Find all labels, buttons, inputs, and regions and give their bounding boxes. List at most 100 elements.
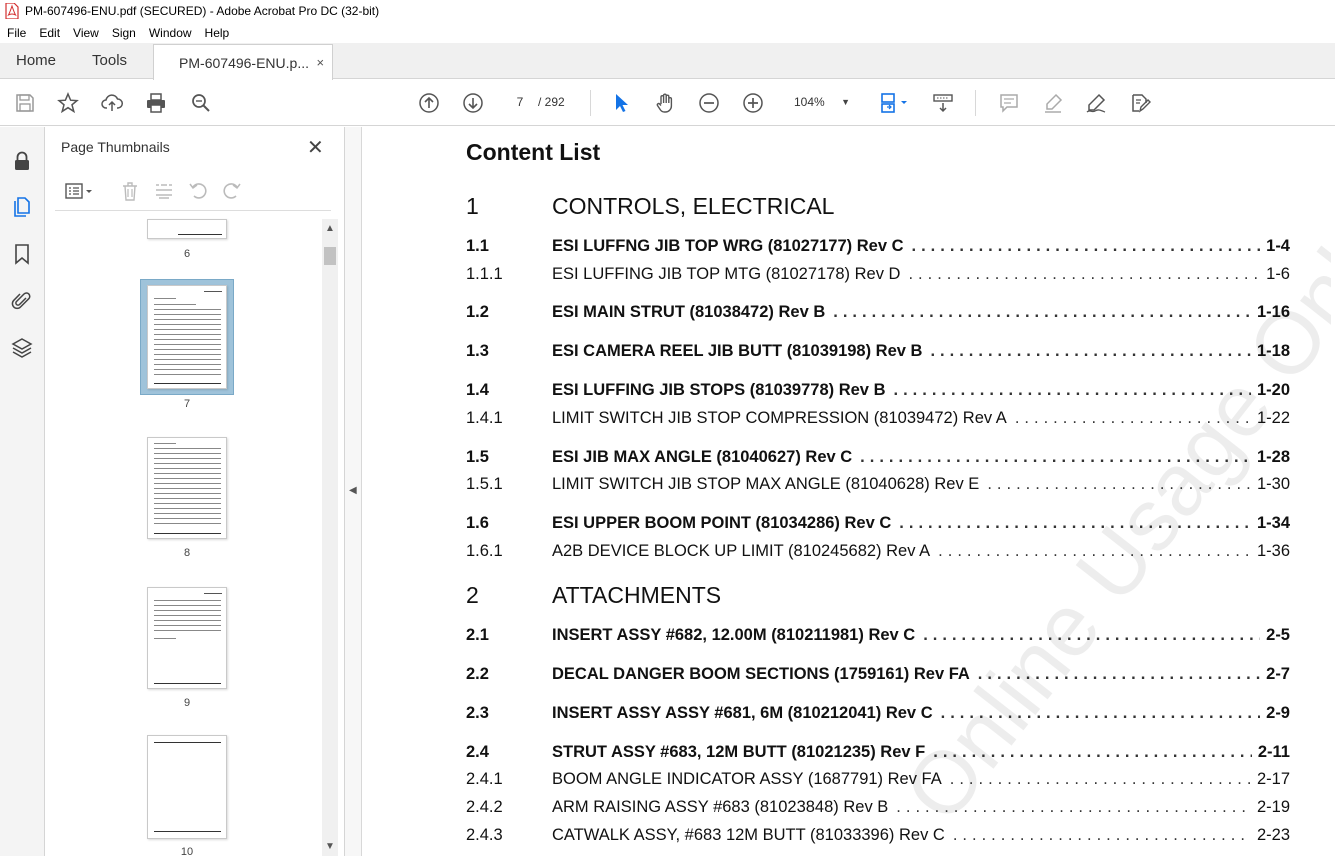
- zoom-in-icon[interactable]: [740, 90, 766, 116]
- toc-entry[interactable]: 1.5.1 LIMIT SWITCH JIB STOP MAX ANGLE (8…: [466, 475, 1290, 497]
- toc-entry[interactable]: 1.4 ESI LUFFING JIB STOPS (81039778) Rev…: [466, 381, 1290, 403]
- document-view[interactable]: Online Usage Only Content List 1 CONTROL…: [362, 127, 1335, 856]
- collapse-panel-icon[interactable]: ◀: [349, 485, 357, 496]
- pages-icon[interactable]: [10, 195, 34, 219]
- toc-entry[interactable]: 1.1 ESI LUFFNG JIB TOP WRG (81027177) Re…: [466, 237, 1290, 259]
- page-thumbnail[interactable]: [147, 437, 227, 539]
- toc-entry-title: DECAL DANGER BOOM SECTIONS (1759161) Rev…: [552, 665, 970, 683]
- toc-entry[interactable]: 2.2 DECAL DANGER BOOM SECTIONS (1759161)…: [466, 665, 1290, 687]
- menu-help[interactable]: Help: [198, 26, 236, 40]
- tab-document[interactable]: PM-607496-ENU.p... ×: [153, 44, 334, 80]
- chevron-down-icon: ▼: [841, 97, 850, 107]
- toc-entry[interactable]: 2.1 INSERT ASSY #682, 12.00M (810211981)…: [466, 626, 1290, 648]
- thumbnail-page-number: 7: [183, 398, 191, 410]
- thumbnail-scrollbar[interactable]: ▲ ▼: [322, 219, 338, 856]
- page-thumbnail[interactable]: [147, 587, 227, 689]
- tab-bar: Home Tools PM-607496-ENU.p... ×: [0, 43, 1335, 80]
- toc-entry-number: 2.4.1: [466, 770, 503, 788]
- attachment-icon[interactable]: [10, 289, 34, 313]
- toc-entry-page: 1-34: [1256, 514, 1290, 532]
- toc-leader: ........................................…: [923, 626, 1260, 644]
- panel-splitter[interactable]: ◀: [345, 127, 362, 856]
- toc-entry[interactable]: 1.3 ESI CAMERA REEL JIB BUTT (81039198) …: [466, 342, 1290, 364]
- toc-entry[interactable]: 1.6 ESI UPPER BOOM POINT (81034286) Rev …: [466, 514, 1290, 536]
- star-icon[interactable]: [55, 90, 81, 116]
- toc-leader: ........................................…: [930, 342, 1251, 360]
- prev-page-icon[interactable]: [416, 90, 442, 116]
- page-thumbnails-panel: Page Thumbnails ✕ 6 7 8 9 10 ▲ ▼: [45, 127, 345, 858]
- zoom-out-icon[interactable]: [696, 90, 722, 116]
- rotate-right-icon[interactable]: [220, 179, 244, 203]
- toc-entry[interactable]: 2.4 STRUT ASSY #683, 12M BUTT (81021235)…: [466, 743, 1290, 765]
- extract-page-icon[interactable]: [152, 179, 176, 203]
- tab-home[interactable]: Home: [0, 43, 72, 78]
- share-icon[interactable]: [1127, 90, 1153, 116]
- page-number-input[interactable]: 7: [506, 91, 534, 113]
- toc-entry-page: 2-5: [1266, 626, 1290, 644]
- find-zoom-icon[interactable]: [188, 90, 214, 116]
- save-icon[interactable]: [12, 90, 38, 116]
- toc-leader: ........................................…: [977, 665, 1260, 683]
- rotate-left-icon[interactable]: [186, 179, 210, 203]
- page-thumbnail-selected[interactable]: [147, 285, 227, 389]
- select-cursor-icon[interactable]: [608, 90, 634, 116]
- scroll-mode-icon[interactable]: [930, 90, 956, 116]
- toc-leader: ........................................…: [908, 265, 1260, 283]
- menu-view[interactable]: View: [66, 26, 105, 40]
- sign-icon[interactable]: [1083, 90, 1109, 116]
- fit-page-icon[interactable]: [876, 90, 912, 116]
- scroll-down-icon[interactable]: ▼: [325, 841, 335, 852]
- scrollbar-thumb[interactable]: [324, 247, 336, 265]
- page-thumbnail[interactable]: [147, 735, 227, 839]
- scroll-up-icon[interactable]: ▲: [325, 223, 335, 234]
- toc-entry-page: 2-23: [1256, 826, 1290, 844]
- toc-entry[interactable]: 2.3 INSERT ASSY ASSY #681, 6M (810212041…: [466, 704, 1290, 726]
- toc-entry[interactable]: 2.4.1 BOOM ANGLE INDICATOR ASSY (1687791…: [466, 770, 1290, 792]
- tab-tools[interactable]: Tools: [72, 43, 143, 78]
- toc-entry[interactable]: 1.6.1 A2B DEVICE BLOCK UP LIMIT (8102456…: [466, 542, 1290, 564]
- toc-entry[interactable]: 2.4.2 ARM RAISING ASSY #683 (81023848) R…: [466, 798, 1290, 820]
- highlight-icon[interactable]: [1040, 90, 1066, 116]
- toc-entry-number: 1.5: [466, 448, 489, 466]
- toc-entry[interactable]: 1.4.1 LIMIT SWITCH JIB STOP COMPRESSION …: [466, 409, 1290, 431]
- zoom-select[interactable]: 104% ▼: [784, 91, 856, 113]
- toc-entry[interactable]: 1.1.1 ESI LUFFING JIB TOP MTG (81027178)…: [466, 265, 1290, 287]
- toc-leader: ........................................…: [833, 303, 1251, 321]
- toc-leader: ........................................…: [860, 448, 1251, 466]
- toc-entry-title: ESI LUFFNG JIB TOP WRG (81027177) Rev C: [552, 237, 904, 255]
- section-number: 2: [466, 582, 479, 608]
- delete-page-icon[interactable]: [118, 179, 142, 203]
- page-thumbnail[interactable]: [147, 219, 227, 239]
- menu-sign[interactable]: Sign: [105, 26, 142, 40]
- left-rail: [0, 127, 45, 856]
- thumbnail-page-number: 6: [183, 248, 191, 260]
- bookmark-icon[interactable]: [10, 242, 34, 266]
- toc-entry-number: 2.3: [466, 704, 489, 722]
- upload-icon[interactable]: [99, 90, 125, 116]
- toc-entry[interactable]: 2.4.3 CATWALK ASSY, #683 12M BUTT (81033…: [466, 826, 1290, 848]
- menu-window[interactable]: Window: [142, 26, 198, 40]
- comment-icon[interactable]: [996, 90, 1022, 116]
- toc-entry-title: ESI UPPER BOOM POINT (81034286) Rev C: [552, 514, 892, 532]
- toc-entry-title: ESI LUFFING JIB TOP MTG (81027178) Rev D: [552, 265, 901, 283]
- toc-leader: ........................................…: [952, 826, 1251, 844]
- toc-entry-page: 1-36: [1256, 542, 1290, 560]
- hand-icon[interactable]: [652, 90, 678, 116]
- toc-entry-page: 1-6: [1266, 265, 1290, 283]
- toc-entry[interactable]: 1.5 ESI JIB MAX ANGLE (81040627) Rev C .…: [466, 448, 1290, 470]
- print-icon[interactable]: [143, 90, 169, 116]
- toc-entry[interactable]: 1.2 ESI MAIN STRUT (81038472) Rev B ....…: [466, 303, 1290, 325]
- menu-edit[interactable]: Edit: [32, 26, 66, 40]
- toc-entry-page: 1-22: [1256, 409, 1290, 427]
- close-panel-icon[interactable]: ✕: [307, 135, 324, 160]
- zoom-value: 104%: [794, 95, 825, 109]
- next-page-icon[interactable]: [460, 90, 486, 116]
- menu-file[interactable]: File: [0, 26, 32, 40]
- options-menu-icon[interactable]: [61, 179, 97, 203]
- close-tab-icon[interactable]: ×: [316, 55, 324, 70]
- page-total: / 292: [538, 95, 565, 109]
- document-scrollbar[interactable]: [1331, 127, 1335, 856]
- lock-icon[interactable]: [10, 149, 34, 173]
- toc-entry-title: CATWALK ASSY, #683 12M BUTT (81033396) R…: [552, 826, 945, 844]
- layers-icon[interactable]: [10, 336, 34, 360]
